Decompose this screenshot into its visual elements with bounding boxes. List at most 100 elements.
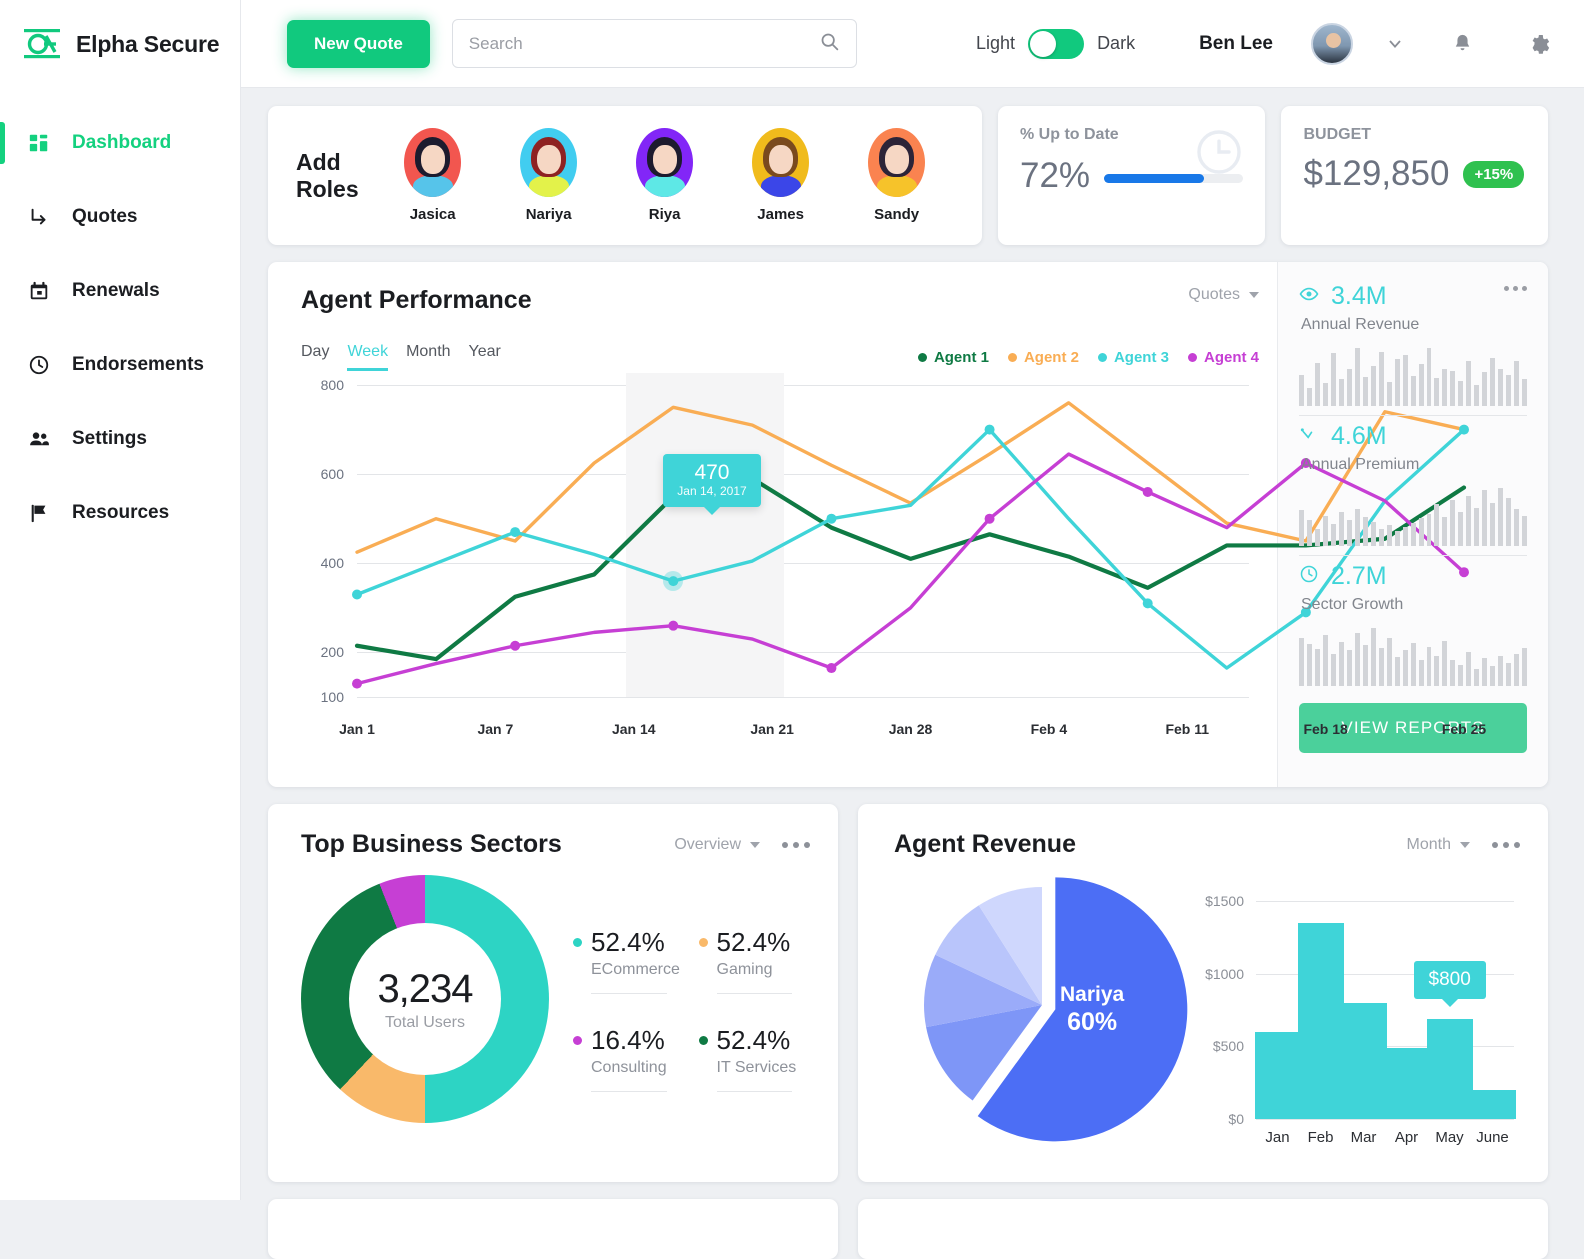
bell-icon[interactable] xyxy=(1451,32,1474,55)
add-roles-title-line2: Roles xyxy=(296,175,359,202)
bar-jan[interactable] xyxy=(1254,1031,1301,1119)
spark-bar xyxy=(1378,351,1384,406)
spark-bar xyxy=(1330,523,1336,546)
legend-agent-2[interactable]: Agent 2 xyxy=(1007,348,1079,366)
role-sandy[interactable]: Sandy xyxy=(839,128,955,223)
role-nariya[interactable]: Nariya xyxy=(491,128,607,223)
x-axis-tick: Feb 18 xyxy=(1303,721,1348,737)
search-input[interactable] xyxy=(468,33,819,54)
spark-bar xyxy=(1418,363,1424,406)
sidebar-item-renewals[interactable]: Renewals xyxy=(0,254,240,328)
bar-feb[interactable] xyxy=(1297,922,1344,1119)
y-axis-tick: 600 xyxy=(320,466,344,483)
sidebar-item-label: Settings xyxy=(72,428,147,449)
spark-bar xyxy=(1299,638,1304,686)
spark-bar xyxy=(1426,348,1432,406)
tab-day[interactable]: Day xyxy=(301,343,329,371)
bar-apr[interactable] xyxy=(1383,1047,1430,1119)
metric-value: 4.6M xyxy=(1331,422,1387,450)
revenue-more-icon[interactable] xyxy=(1492,841,1520,848)
spark-bar xyxy=(1330,653,1336,686)
role-riya[interactable]: Riya xyxy=(607,128,723,223)
divider xyxy=(1299,415,1527,416)
tab-month[interactable]: Month xyxy=(406,343,450,371)
legend-dot xyxy=(917,352,927,362)
role-name: Nariya xyxy=(525,206,572,223)
avatar[interactable] xyxy=(1311,22,1353,65)
legend-agent-1[interactable]: Agent 1 xyxy=(917,348,989,366)
spark-bar xyxy=(1386,638,1392,686)
sectors-more-icon[interactable] xyxy=(782,841,810,848)
divider xyxy=(591,993,667,994)
spark-bar xyxy=(1370,628,1376,686)
spark-bar xyxy=(1426,513,1432,546)
sidebar-item-endorsements[interactable]: Endorsements xyxy=(0,328,240,402)
spark-bar xyxy=(1354,348,1360,406)
x-axis-tick: Jan 1 xyxy=(339,721,375,737)
role-avatar xyxy=(520,128,578,197)
search-icon[interactable] xyxy=(819,31,840,57)
spark-bar xyxy=(1346,520,1352,546)
performance-dropdown[interactable]: Quotes xyxy=(1188,286,1259,304)
spark-bar xyxy=(1370,366,1376,406)
roles-list: Jasica Nariya Riya James Sandy xyxy=(375,128,955,223)
spark-bar xyxy=(1410,522,1416,546)
sidebar-item-resources[interactable]: Resources xyxy=(0,476,240,550)
clock-icon xyxy=(1195,128,1243,181)
tab-year[interactable]: Year xyxy=(469,343,501,371)
divider xyxy=(591,1091,667,1092)
spark-bar xyxy=(1482,658,1488,686)
bar-may[interactable] xyxy=(1426,1018,1473,1119)
y-axis-tick: 200 xyxy=(320,644,344,661)
spark-bar xyxy=(1482,490,1488,546)
spark-bar xyxy=(1338,641,1344,686)
legend-label: Agent 2 xyxy=(1023,348,1079,366)
legend-agent-4[interactable]: Agent 4 xyxy=(1187,349,1259,366)
spark-bar xyxy=(1314,648,1320,686)
sectors-dropdown[interactable]: Overview xyxy=(674,836,760,854)
bar-y-tick: $1500 xyxy=(1205,893,1244,909)
sidebar-item-settings[interactable]: Settings xyxy=(0,402,240,476)
avatar-body xyxy=(760,175,801,197)
metric-annual-revenue: 3.4M Annual Revenue xyxy=(1299,282,1528,416)
role-james[interactable]: James xyxy=(723,128,839,223)
legend-label: Agent 3 xyxy=(1113,348,1169,366)
role-avatar xyxy=(752,128,810,197)
gear-icon[interactable] xyxy=(1526,32,1550,56)
spark-bar xyxy=(1506,374,1512,406)
metric-annual-premium: 4.6M Annual Premium xyxy=(1299,422,1528,556)
spark-bar xyxy=(1322,383,1328,406)
sector-name: ECommerce xyxy=(591,961,680,978)
theme-switch[interactable] xyxy=(1028,28,1085,59)
role-jasica[interactable]: Jasica xyxy=(375,128,491,223)
spark-bar xyxy=(1434,378,1440,406)
spark-bar xyxy=(1418,518,1424,546)
chevron-down-icon[interactable] xyxy=(1389,39,1401,48)
theme-toggle[interactable]: Light Dark xyxy=(976,28,1135,59)
top-header: New Quote Light Dark Ben Lee xyxy=(241,0,1584,88)
sidebar-item-dashboard[interactable]: Dashboard xyxy=(0,106,240,180)
budget-label: BUDGET xyxy=(1303,126,1372,143)
legend-agent-3[interactable]: Agent 3 xyxy=(1097,348,1169,366)
tab-week[interactable]: Week xyxy=(347,343,389,371)
spark-bar xyxy=(1514,508,1520,546)
bar-mar[interactable] xyxy=(1340,1002,1387,1119)
legend-label: Agent 1 xyxy=(933,348,989,366)
spark-bar xyxy=(1514,361,1520,406)
spark-bar xyxy=(1330,352,1336,406)
role-avatar xyxy=(636,128,694,197)
spark-bar xyxy=(1522,647,1528,686)
sectors-dropdown-label: Overview xyxy=(674,835,741,853)
eye-icon xyxy=(1299,284,1319,309)
search-box[interactable] xyxy=(451,19,857,68)
avatar-face xyxy=(768,145,793,174)
metrics-more-icon[interactable] xyxy=(1504,286,1527,291)
bar-y-tick: $500 xyxy=(1212,1038,1244,1055)
sidebar-item-quotes[interactable]: Quotes xyxy=(0,180,240,254)
budget-card: BUDGET $129,850 +15% xyxy=(1281,106,1548,245)
brand-name: Elpha Secure xyxy=(76,30,220,57)
new-quote-button[interactable]: New Quote xyxy=(287,19,430,68)
agent-revenue-card: Agent Revenue Month Nariya 60% $0 $500 $10… xyxy=(858,804,1548,1182)
bar-june[interactable] xyxy=(1469,1089,1516,1119)
revenue-dropdown[interactable]: Month xyxy=(1407,836,1470,854)
